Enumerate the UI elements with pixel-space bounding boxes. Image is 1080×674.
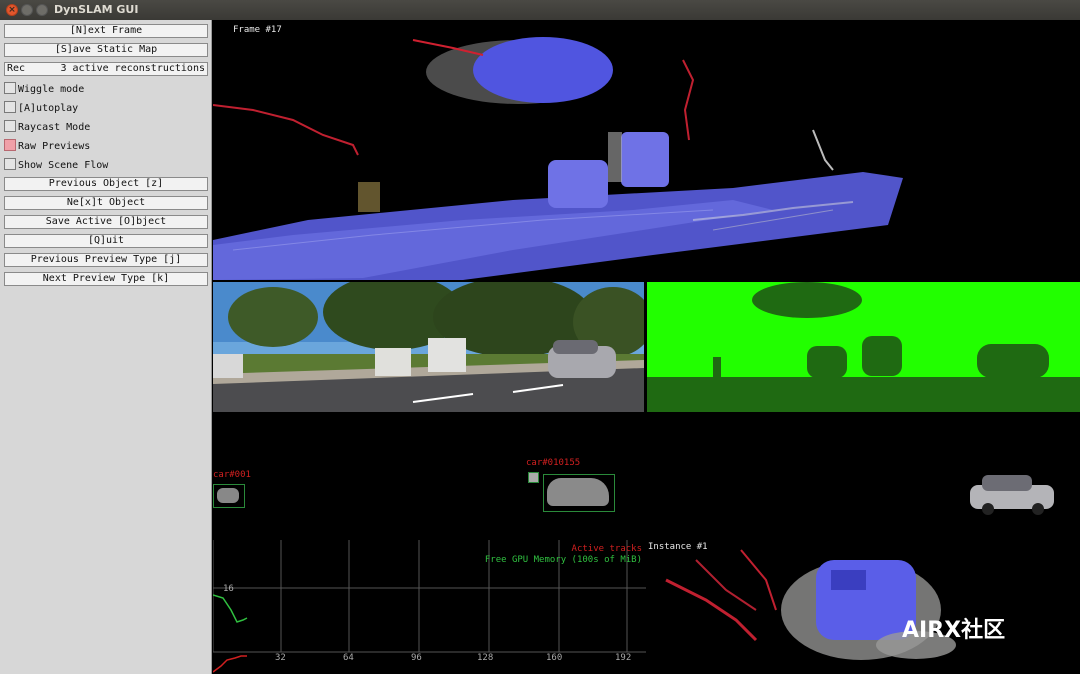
car-mask-small (528, 472, 539, 483)
car-thumbnail (970, 475, 1054, 515)
legend-active-tracks: Active tracks (571, 544, 642, 554)
autoplay-checkbox[interactable]: [A]utoplay (4, 101, 78, 115)
x-tick-label: 32 (275, 653, 286, 663)
instance-render (665, 549, 956, 660)
wiggle-mode-checkbox[interactable]: Wiggle mode (4, 82, 84, 96)
car-mask-right (547, 478, 609, 506)
series-active-tracks (213, 655, 247, 673)
raycast-mode-label: Raycast Mode (18, 122, 91, 133)
stats-plot: Active tracks Free GPU Memory (100s of M… (213, 540, 646, 674)
close-button[interactable]: × (6, 4, 18, 16)
raw-previews-label: Raw Previews (18, 141, 91, 152)
next-frame-button[interactable]: [N]ext Frame (4, 24, 208, 38)
close-icon: × (8, 5, 16, 15)
depth-image (647, 282, 1080, 412)
wiggle-mode-label: Wiggle mode (18, 84, 85, 95)
raw-previews-checkbox[interactable]: Raw Previews (4, 139, 90, 153)
instance-label: Instance #1 (648, 542, 708, 552)
next-preview-type-button[interactable]: Next Preview Type [k] (4, 272, 208, 286)
reconstruction-render (213, 37, 903, 280)
x-tick-label: 128 (477, 653, 494, 663)
y-tick-label: 16 (223, 584, 234, 594)
raycast-mode-checkbox[interactable]: Raycast Mode (4, 120, 90, 134)
show-scene-flow-checkbox[interactable]: Show Scene Flow (4, 158, 108, 172)
minimize-button[interactable] (21, 4, 33, 16)
instance-view[interactable]: Instance #1 (646, 540, 1080, 674)
autoplay-label: [A]utoplay (18, 103, 79, 114)
depth-preview (647, 282, 1080, 412)
car-mask-left (217, 488, 239, 503)
car-label-left: car#001 (213, 470, 251, 480)
previous-object-button[interactable]: Previous Object [z] (4, 177, 208, 191)
checkbox-box (4, 82, 16, 94)
control-panel: [N]ext Frame [S]ave Static Map Rec 3 act… (0, 20, 212, 674)
watermark: AIRX社区 (902, 618, 1006, 643)
title-bar: × DynSLAM GUI (0, 0, 1080, 20)
car-box-left (213, 484, 245, 508)
car-box-right (543, 474, 615, 512)
x-tick-label: 160 (546, 653, 563, 663)
car-label-right: car#010155 (526, 458, 581, 468)
save-static-map-button[interactable]: [S]ave Static Map (4, 43, 208, 57)
maximize-button[interactable] (36, 4, 48, 16)
rec-status: Rec 3 active reconstructions (4, 62, 208, 76)
checkbox-box (4, 120, 16, 132)
rec-label: Rec (7, 63, 26, 74)
x-tick-label: 192 (615, 653, 632, 663)
previous-preview-type-button[interactable]: Previous Preview Type [j] (4, 253, 208, 267)
checkbox-box (4, 158, 16, 170)
segmentation-view: car#001 car#010155 (213, 412, 1080, 540)
rec-value: 3 active reconstructions (60, 63, 206, 74)
window-title: DynSLAM GUI (54, 3, 139, 16)
rgb-preview (213, 282, 644, 412)
reconstruction-view[interactable]: Frame #17 (213, 20, 1080, 280)
app-window: × DynSLAM GUI [N]ext Frame [S]ave Static… (0, 0, 1080, 674)
quit-button[interactable]: [Q]uit (4, 234, 208, 248)
series-free-gpu-memory (213, 594, 248, 623)
next-object-button[interactable]: Ne[x]t Object (4, 196, 208, 210)
x-tick-label: 96 (411, 653, 422, 663)
checkbox-box-checked (4, 139, 16, 151)
rgb-image (213, 282, 644, 412)
save-active-object-button[interactable]: Save Active [O]bject (4, 215, 208, 229)
frame-label: Frame #17 (233, 25, 282, 35)
show-scene-flow-label: Show Scene Flow (18, 160, 109, 171)
x-tick-label: 64 (343, 653, 354, 663)
checkbox-box (4, 101, 16, 113)
legend-free-gpu-memory: Free GPU Memory (100s of MiB) (484, 555, 642, 565)
